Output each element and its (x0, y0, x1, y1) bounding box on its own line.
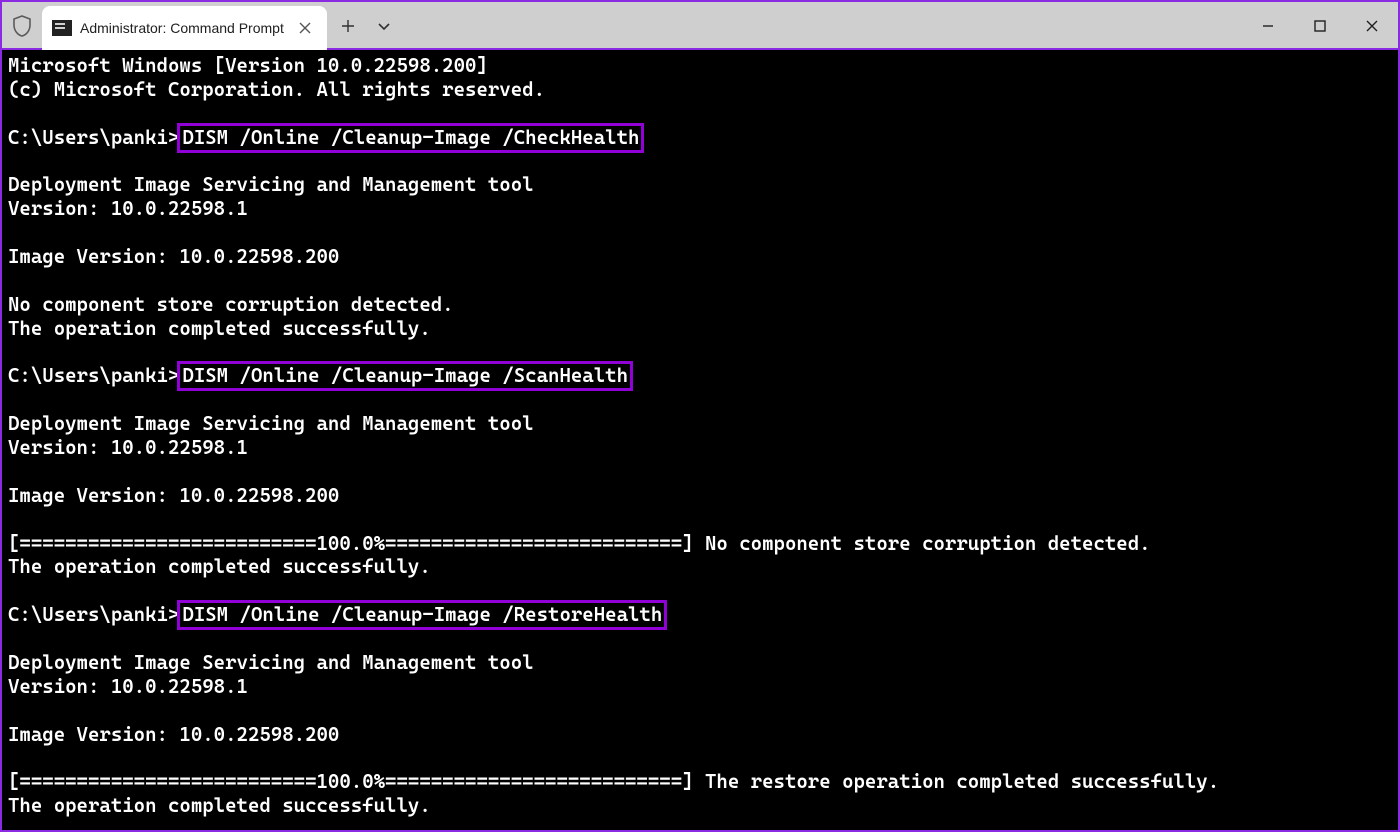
tab-title: Administrator: Command Prompt (80, 20, 289, 36)
close-window-button[interactable] (1346, 2, 1398, 50)
shield-icon (2, 2, 42, 50)
command-prompt-window: Administrator: Command Prompt Microsoft … (0, 0, 1400, 832)
highlighted-command: DISM /Online /Cleanup-Image /RestoreHeal… (177, 600, 667, 630)
highlighted-command: DISM /Online /Cleanup-Image /CheckHealth (177, 123, 644, 153)
tab-dropdown-button[interactable] (369, 2, 399, 50)
terminal-icon (52, 20, 72, 36)
minimize-icon (1261, 19, 1275, 33)
close-icon (1365, 19, 1379, 33)
titlebar: Administrator: Command Prompt (2, 2, 1398, 50)
highlighted-command: DISM /Online /Cleanup-Image /ScanHealth (177, 361, 633, 391)
minimize-button[interactable] (1242, 2, 1294, 50)
terminal-output[interactable]: Microsoft Windows [Version 10.0.22598.20… (2, 50, 1398, 830)
maximize-button[interactable] (1294, 2, 1346, 50)
window-controls (1242, 2, 1398, 50)
chevron-down-icon (376, 18, 392, 34)
tab-command-prompt[interactable]: Administrator: Command Prompt (42, 6, 327, 50)
new-tab-button[interactable] (327, 2, 369, 50)
close-icon (299, 22, 311, 34)
plus-icon (341, 19, 355, 33)
tab-close-button[interactable] (295, 18, 315, 38)
maximize-icon (1313, 19, 1327, 33)
